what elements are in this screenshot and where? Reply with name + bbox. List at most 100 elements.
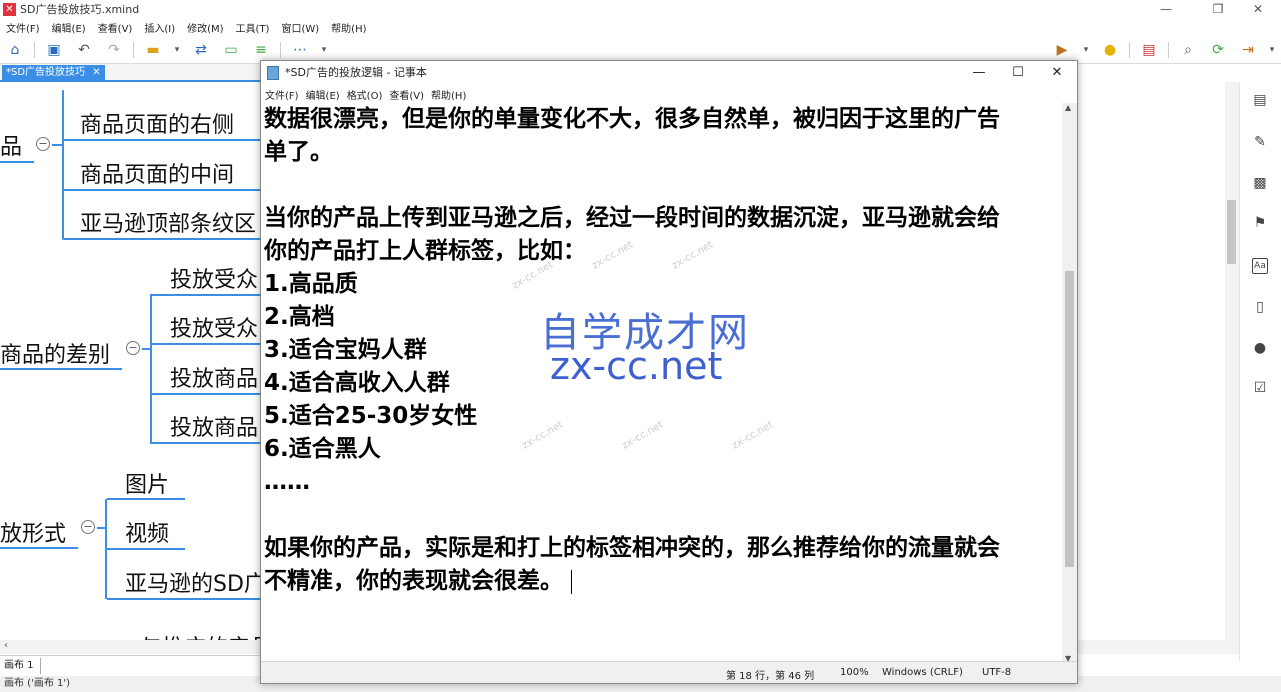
- menu-modify[interactable]: 修改(M): [187, 20, 223, 35]
- image-icon[interactable]: ▩: [1252, 175, 1268, 191]
- xmind-titlebar: ✕ SD广告投放技巧.xmind: [0, 0, 1281, 18]
- toolbar-separator: [1168, 41, 1169, 58]
- close-icon[interactable]: ✕: [1235, 0, 1281, 18]
- topic-node[interactable]: 投放受众: [170, 311, 258, 343]
- canvas-scroll-thumb[interactable]: [1227, 200, 1236, 264]
- notepad-title: *SD广告的投放逻辑 - 记事本: [285, 66, 427, 79]
- topic-node[interactable]: 投放商品: [170, 361, 258, 393]
- text-line: ……: [264, 469, 310, 495]
- presentation-icon[interactable]: ▶: [1051, 39, 1073, 61]
- boundary-icon[interactable]: ▭: [220, 39, 242, 61]
- label-icon[interactable]: Aa: [1252, 258, 1268, 274]
- save-icon[interactable]: ▣: [43, 39, 65, 61]
- notepad-statusbar: 第 18 行，第 46 列 100% Windows (CRLF) UTF-8: [261, 661, 1077, 683]
- connector-line: [62, 90, 64, 240]
- xmind-logo-icon: ✕: [3, 2, 16, 16]
- sheet-tab[interactable]: 画布 1: [2, 658, 41, 674]
- connector-line: [152, 442, 262, 444]
- collapse-icon[interactable]: −: [36, 137, 50, 151]
- notepad-titlebar: *SD广告的投放逻辑 - 记事本: [261, 61, 1077, 85]
- topic-node[interactable]: 商品页面的中间: [80, 157, 234, 189]
- home-icon[interactable]: ⌂: [4, 39, 26, 61]
- connector-line: [64, 189, 262, 191]
- text-line: 不精准，你的表现就会很差。: [264, 565, 1061, 598]
- summary-icon[interactable]: ≡: [250, 39, 272, 61]
- menu-edit[interactable]: 编辑(E): [52, 20, 86, 35]
- relationship-icon[interactable]: ⇄: [190, 39, 212, 61]
- topic-icon[interactable]: ▬: [142, 39, 164, 61]
- menu-view[interactable]: 查看(V): [98, 20, 133, 35]
- notepad-icon: [267, 66, 279, 80]
- connector-line: [152, 393, 262, 395]
- comment-icon[interactable]: ●: [1252, 340, 1268, 356]
- topic-node[interactable]: 亚马逊的SD广: [125, 566, 266, 598]
- editor-tab[interactable]: *SD广告投放技巧 ✕: [2, 65, 105, 81]
- text-line: 如果你的产品，实际是和打上的标签相冲突的，那么推荐给你的流量就会: [264, 535, 1000, 561]
- collapse-icon[interactable]: −: [126, 341, 140, 355]
- chevron-down-icon[interactable]: ▾: [1267, 39, 1277, 61]
- toolbar-separator: [34, 41, 35, 58]
- maximize-icon[interactable]: ☐: [998, 61, 1038, 85]
- menu-insert[interactable]: 插入(I): [144, 20, 175, 35]
- share-icon[interactable]: ⟳: [1207, 39, 1229, 61]
- brush-icon[interactable]: ✎: [1252, 134, 1268, 150]
- chevron-down-icon[interactable]: ▾: [1081, 39, 1091, 61]
- menu-help[interactable]: 帮助(H): [331, 20, 366, 35]
- menu-window[interactable]: 窗口(W): [281, 20, 319, 35]
- topic-node[interactable]: 图片: [125, 467, 169, 499]
- flag-icon[interactable]: ⚑: [1252, 215, 1268, 231]
- text-line: 1.高品质: [264, 271, 358, 297]
- menu-file[interactable]: 文件(F): [265, 87, 299, 102]
- connector-line: [107, 598, 262, 600]
- task-icon[interactable]: ☑: [1252, 380, 1268, 396]
- encoding: UTF-8: [982, 667, 1012, 678]
- search-icon[interactable]: ⌕: [1177, 39, 1199, 61]
- lightbulb-icon[interactable]: ●: [1099, 39, 1121, 61]
- topic-node[interactable]: 品: [0, 129, 22, 161]
- watermark-english: zx-cc.net: [550, 344, 723, 388]
- text-line: 数据很漂亮，但是你的单量变化不大，很多自然单，被归因于这里的广告: [264, 106, 1000, 132]
- more-icon[interactable]: ⋯: [289, 39, 311, 61]
- chevron-down-icon[interactable]: ▾: [319, 39, 329, 61]
- connector-line: [64, 139, 262, 141]
- menu-edit[interactable]: 编辑(E): [306, 87, 340, 102]
- chevron-down-icon[interactable]: ▾: [172, 39, 182, 61]
- collapse-icon[interactable]: −: [81, 520, 95, 534]
- outline-icon[interactable]: ▤: [1138, 39, 1160, 61]
- topic-node[interactable]: 商品的差别: [0, 337, 110, 369]
- topic-node[interactable]: 放形式: [0, 516, 66, 548]
- notes-icon[interactable]: ▯: [1252, 299, 1268, 315]
- topic-node[interactable]: 投放受众: [170, 262, 258, 294]
- topic-node[interactable]: 投放商品: [170, 410, 258, 442]
- close-icon[interactable]: ✕: [1037, 61, 1077, 85]
- text-caret: [571, 569, 572, 594]
- format-icon[interactable]: ▤: [1252, 92, 1268, 108]
- connector-line: [107, 548, 185, 550]
- topic-node[interactable]: 商品页面的右侧: [80, 107, 234, 139]
- undo-icon[interactable]: ↶: [73, 39, 95, 61]
- text-line: [264, 169, 1061, 202]
- topic-node[interactable]: 视频: [125, 516, 169, 548]
- connector-line: [107, 498, 185, 500]
- minimize-icon[interactable]: —: [959, 61, 999, 85]
- toolbar-separator: [133, 41, 134, 58]
- connector-line: [152, 343, 262, 345]
- topic-node[interactable]: 亚马逊顶部条纹区: [80, 206, 256, 238]
- xmind-menubar: 文件(F) 编辑(E) 查看(V) 插入(I) 修改(M) 工具(T) 窗口(W…: [0, 18, 1281, 36]
- menu-view[interactable]: 查看(V): [389, 87, 424, 102]
- export-icon[interactable]: ⇥: [1237, 39, 1259, 61]
- menu-file[interactable]: 文件(F): [6, 20, 40, 35]
- menu-format[interactable]: 格式(O): [347, 87, 383, 102]
- notepad-scroll-thumb[interactable]: [1065, 271, 1074, 567]
- scroll-left-icon[interactable]: ‹: [4, 640, 8, 651]
- connector-line: [152, 294, 262, 296]
- close-tab-icon[interactable]: ✕: [92, 67, 100, 78]
- redo-icon[interactable]: ↷: [103, 39, 125, 61]
- canvas-vertical-scrollbar[interactable]: [1225, 82, 1239, 654]
- scroll-up-icon[interactable]: ▲: [1065, 103, 1071, 112]
- menu-tools[interactable]: 工具(T): [236, 20, 270, 35]
- minimize-icon[interactable]: —: [1143, 0, 1189, 18]
- desktop: ✕ SD广告投放技巧.xmind — ❐ ✕ 文件(F) 编辑(E) 查看(V)…: [0, 0, 1281, 692]
- menu-help[interactable]: 帮助(H): [431, 87, 466, 102]
- notepad-menubar: 文件(F) 编辑(E) 格式(O) 查看(V) 帮助(H): [261, 85, 1077, 103]
